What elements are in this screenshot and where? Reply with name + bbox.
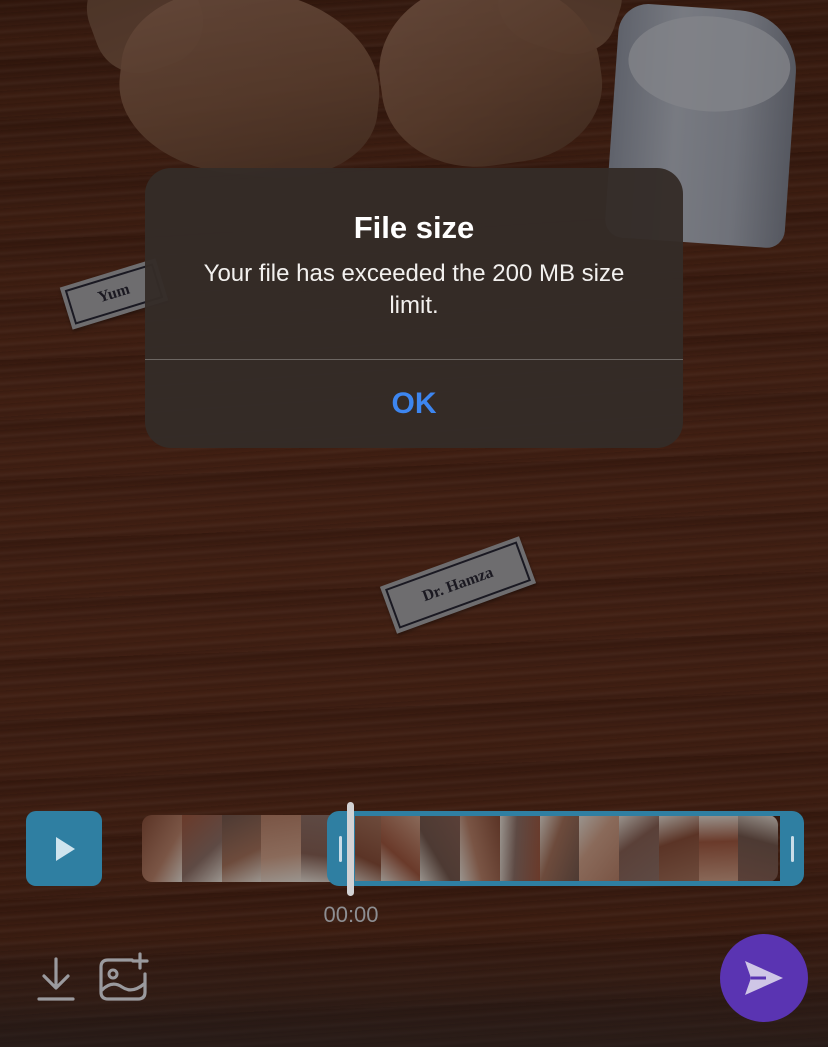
download-icon xyxy=(37,957,75,1001)
video-frame-thumbnail xyxy=(142,815,182,882)
send-icon xyxy=(745,961,783,995)
alert-message: Your file has exceeded the 200 MB size l… xyxy=(203,260,625,319)
video-frame-thumbnail xyxy=(181,815,222,882)
video-frame-thumbnail xyxy=(221,815,262,882)
add-image-button[interactable] xyxy=(94,950,154,1008)
ok-button[interactable]: OK xyxy=(145,360,683,448)
trim-start-handle[interactable] xyxy=(339,836,342,862)
file-size-alert: File size Your file has exceeded the 200… xyxy=(145,168,683,448)
alert-title: File size xyxy=(353,210,475,245)
trim-end-handle[interactable] xyxy=(791,836,794,862)
video-frame-thumbnail xyxy=(261,815,301,882)
current-time: 00:00 xyxy=(323,902,379,927)
video-editor-screen: Yum Dr. Hamza 00:00 File size Your file … xyxy=(0,0,828,1047)
play-button[interactable] xyxy=(26,811,102,886)
add-image-icon xyxy=(99,952,149,1001)
send-button[interactable] xyxy=(720,934,808,1022)
dim-overlay xyxy=(0,0,828,1047)
play-icon xyxy=(56,836,75,861)
playhead[interactable] xyxy=(347,802,354,896)
download-button[interactable] xyxy=(28,952,84,1008)
trim-selection[interactable] xyxy=(327,811,804,886)
